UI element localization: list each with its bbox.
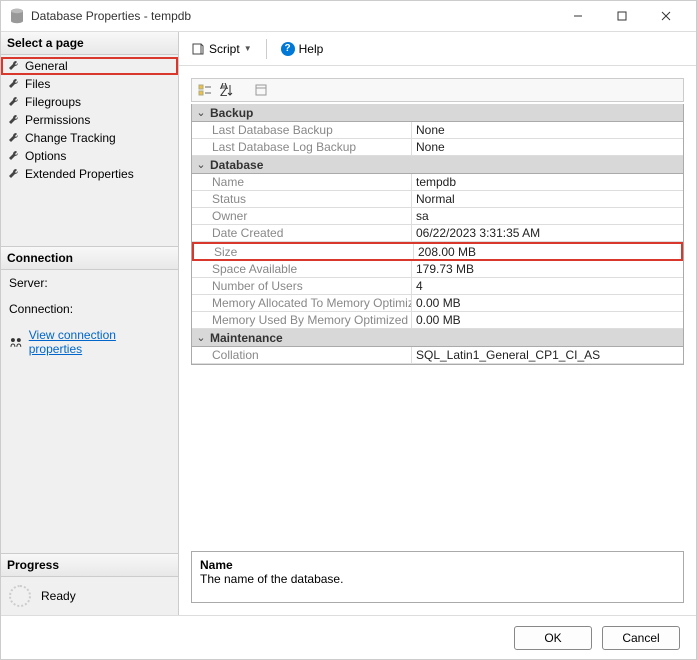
script-icon [191,42,205,56]
pages-header: Select a page [1,32,178,55]
property-value: SQL_Latin1_General_CP1_CI_AS [412,347,683,363]
database-icon [9,8,25,24]
property-value: 179.73 MB [412,261,683,277]
connection-header: Connection [1,247,178,270]
page-item-files[interactable]: Files [1,75,178,93]
alphabetical-button[interactable]: AZ [218,81,236,99]
help-button[interactable]: ? Help [277,40,328,58]
connection-label: Connection: [1,296,178,322]
property-name: Status [192,191,412,207]
page-item-label: Permissions [25,113,90,127]
svg-text:Z: Z [220,85,227,97]
description-title: Name [200,558,675,572]
progress-header: Progress [1,554,178,577]
page-item-permissions[interactable]: Permissions [1,111,178,129]
page-item-label: Files [25,77,50,91]
script-button[interactable]: Script ▼ [187,40,256,58]
property-row[interactable]: Last Database BackupNone [192,122,683,139]
page-item-change-tracking[interactable]: Change Tracking [1,129,178,147]
page-item-general[interactable]: General [1,57,178,75]
minimize-button[interactable] [556,2,600,30]
property-name: Last Database Log Backup [192,139,412,155]
page-item-filegroups[interactable]: Filegroups [1,93,178,111]
page-item-label: Filegroups [25,95,81,109]
connection-icon [9,335,23,349]
property-name: Number of Users [192,278,412,294]
category-backup[interactable]: ⌄Backup [192,104,683,122]
page-item-label: General [25,59,68,73]
property-row[interactable]: Nametempdb [192,174,683,191]
property-name: Date Created [192,225,412,241]
grid-toolbar: AZ [191,78,684,102]
property-row[interactable]: CollationSQL_Latin1_General_CP1_CI_AS [192,347,683,364]
help-icon: ? [281,42,295,56]
category-label: Maintenance [210,331,283,345]
dialog-window: Database Properties - tempdb Select a pa… [0,0,697,660]
property-value: 0.00 MB [412,295,683,311]
separator [266,39,267,59]
expand-icon[interactable]: ⌄ [192,106,210,119]
page-item-extended-properties[interactable]: Extended Properties [1,165,178,183]
category-database[interactable]: ⌄Database [192,156,683,174]
progress-status: Ready [41,589,76,603]
footer: OK Cancel [1,615,696,659]
property-row[interactable]: Space Available179.73 MB [192,261,683,278]
left-panel: Select a page General Files Filegroups Perm… [1,32,179,615]
window-title: Database Properties - tempdb [31,9,556,23]
page-item-label: Options [25,149,66,163]
chevron-down-icon: ▼ [244,44,252,53]
property-row[interactable]: StatusNormal [192,191,683,208]
property-row[interactable]: Last Database Log BackupNone [192,139,683,156]
property-name: Name [192,174,412,190]
property-grid: ⌄BackupLast Database BackupNoneLast Data… [191,104,684,365]
toolbar: Script ▼ ? Help [179,32,696,66]
close-button[interactable] [644,2,688,30]
property-value: sa [412,208,683,224]
property-name: Memory Used By Memory Optimized Objects [192,312,412,328]
property-value: tempdb [412,174,683,190]
category-label: Database [210,158,263,172]
titlebar: Database Properties - tempdb [1,1,696,31]
property-row[interactable]: Memory Used By Memory Optimized Objects0… [192,312,683,329]
page-item-options[interactable]: Options [1,147,178,165]
description-box: Name The name of the database. [191,551,684,603]
page-item-label: Extended Properties [25,167,134,181]
property-row[interactable]: Ownersa [192,208,683,225]
maximize-button[interactable] [600,2,644,30]
cancel-button[interactable]: Cancel [602,626,680,650]
property-row[interactable]: Number of Users4 [192,278,683,295]
progress-spinner-icon [9,585,31,607]
property-value: Normal [412,191,683,207]
property-value: None [412,122,683,138]
property-pages-button[interactable] [252,81,270,99]
property-row[interactable]: Memory Allocated To Memory Optimized Obj… [192,295,683,312]
category-maintenance[interactable]: ⌄Maintenance [192,329,683,347]
property-name: Owner [192,208,412,224]
property-value: 4 [412,278,683,294]
property-value: 06/22/2023 3:31:35 AM [412,225,683,241]
expand-icon[interactable]: ⌄ [192,158,210,171]
property-row[interactable]: Size208.00 MB [192,242,683,261]
page-list: General Files Filegroups Permissions Change … [1,55,178,246]
property-name: Last Database Backup [192,122,412,138]
property-value: 208.00 MB [414,244,681,259]
property-row[interactable]: Date Created06/22/2023 3:31:35 AM [192,225,683,242]
property-name: Memory Allocated To Memory Optimized Obj… [192,295,412,311]
property-name: Collation [192,347,412,363]
page-item-label: Change Tracking [25,131,116,145]
expand-icon[interactable]: ⌄ [192,331,210,344]
property-value: 0.00 MB [412,312,683,328]
property-name: Size [194,244,414,259]
view-connection-link[interactable]: View connection properties [29,328,170,356]
property-name: Space Available [192,261,412,277]
property-value: None [412,139,683,155]
right-panel: Script ▼ ? Help AZ ⌄BackupLast Database … [179,32,696,615]
server-label: Server: [1,270,178,296]
ok-button[interactable]: OK [514,626,592,650]
categorized-button[interactable] [196,81,214,99]
category-label: Backup [210,106,253,120]
description-text: The name of the database. [200,572,675,586]
